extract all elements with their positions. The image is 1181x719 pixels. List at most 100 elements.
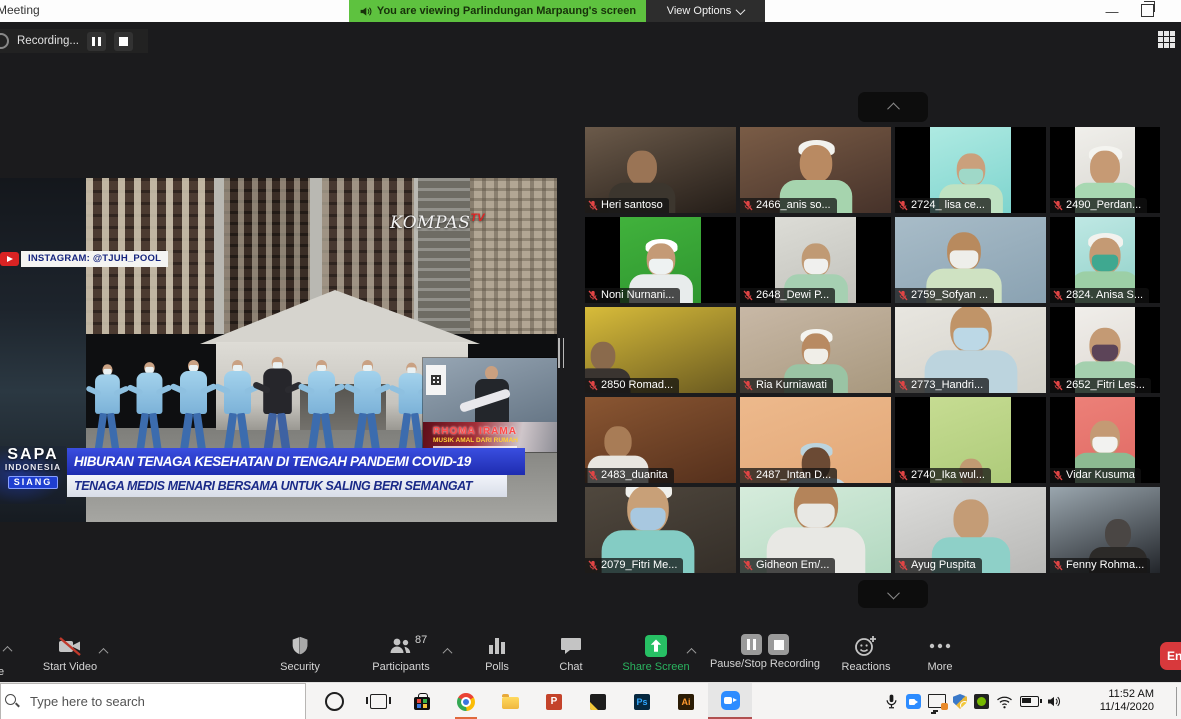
participant-tile[interactable]: 2490_Perdan... <box>1050 127 1160 213</box>
participant-nametag: Vidar Kusuma <box>1050 468 1141 483</box>
photoshop-icon[interactable]: Ps <box>620 683 664 719</box>
restore-window-button[interactable] <box>1141 4 1154 17</box>
participant-tile[interactable]: Vidar Kusuma <box>1050 397 1160 483</box>
participant-tile[interactable]: 2850 Romad... <box>585 307 736 393</box>
chevron-down-icon <box>736 5 746 15</box>
view-options-button[interactable]: View Options <box>646 0 765 22</box>
reactions-button[interactable]: Reactions <box>833 634 899 673</box>
audio-button-label-cut[interactable]: e <box>0 666 4 678</box>
participant-nametag: 2490_Perdan... <box>1050 198 1147 213</box>
polls-button[interactable]: Polls <box>467 634 527 673</box>
participant-tile[interactable]: 2648_Dewi P... <box>740 217 891 303</box>
participant-tile[interactable]: 2759_Sofyan ... <box>895 217 1046 303</box>
participants-count: 87 <box>415 634 427 646</box>
participant-name: 2724_ lisa ce... <box>911 199 985 211</box>
scroll-up-button[interactable] <box>858 92 928 122</box>
participant-name: Ria Kurniawati <box>756 379 827 391</box>
cortana-icon[interactable] <box>312 683 356 719</box>
participant-tile[interactable]: 2724_ lisa ce... <box>895 127 1046 213</box>
participant-tile[interactable]: Fenny Rohma... <box>1050 487 1160 573</box>
search-input[interactable]: Type here to search <box>0 683 306 719</box>
participant-name: 2773_Handri... <box>911 379 983 391</box>
participant-name: Ayug Puspita <box>911 559 976 571</box>
participant-nametag: Ayug Puspita <box>895 558 982 573</box>
panel-resize-handle[interactable] <box>558 338 566 368</box>
participant-tile[interactable]: 2079_Fitri Me... <box>585 487 736 573</box>
speaker-icon <box>359 5 372 18</box>
participant-tile[interactable]: 2483_duanita <box>585 397 736 483</box>
participant-tile[interactable]: Noni Nurnani... <box>585 217 736 303</box>
more-button[interactable]: More <box>908 634 972 673</box>
participant-name: Fenny Rohma... <box>1066 559 1144 571</box>
start-video-button[interactable]: Start Video <box>30 634 110 673</box>
volume-icon[interactable] <box>1046 694 1062 709</box>
share-screen-button[interactable]: Share Screen <box>613 634 699 673</box>
illustrator-icon[interactable]: Ai <box>664 683 708 719</box>
participant-tile[interactable]: Ria Kurniawati <box>740 307 891 393</box>
grid-view-icon[interactable] <box>1158 31 1177 50</box>
mic-off-icon <box>588 560 598 571</box>
sapa-indonesia-siang-logo: SAPA INDONESIA SIANG <box>0 446 66 504</box>
participant-nametag: Noni Nurnani... <box>585 288 680 303</box>
nvidia-tray-icon[interactable] <box>974 694 989 709</box>
mic-off-icon <box>1053 560 1063 571</box>
show-desktop-button[interactable] <box>1176 687 1181 716</box>
scroll-down-button[interactable] <box>858 580 928 608</box>
share-screen-icon <box>644 634 668 658</box>
participant-tile[interactable]: Ayug Puspita <box>895 487 1046 573</box>
screenshare-tray-icon[interactable] <box>928 694 946 708</box>
pause-recording-button[interactable] <box>87 32 106 51</box>
file-explorer-icon[interactable] <box>488 683 532 719</box>
participants-chevron-icon[interactable] <box>443 648 453 658</box>
mic-off-icon <box>1053 290 1063 301</box>
pause-icon[interactable] <box>741 634 762 655</box>
end-button[interactable]: En <box>1160 642 1181 670</box>
notes-app-icon[interactable] <box>576 683 620 719</box>
more-icon <box>928 634 952 658</box>
participant-tile[interactable]: 2740_Ika wul... <box>895 397 1046 483</box>
mic-tray-icon[interactable] <box>884 693 899 710</box>
participant-nametag: Fenny Rohma... <box>1050 558 1150 573</box>
zoom-app-icon[interactable] <box>708 683 752 719</box>
participant-name: Heri santoso <box>601 199 663 211</box>
store-icon[interactable] <box>400 683 444 719</box>
participant-name: 2490_Perdan... <box>1066 199 1141 211</box>
pause-stop-recording-button[interactable]: Pause/Stop Recording <box>700 634 830 670</box>
participant-tile[interactable]: Heri santoso <box>585 127 736 213</box>
stop-recording-button[interactable] <box>114 32 133 51</box>
instagram-banner-text: INSTAGRAM: @TJUH_POOL <box>28 253 161 264</box>
participant-tile[interactable]: 2652_Fitri Les... <box>1050 307 1160 393</box>
mic-off-icon <box>588 470 598 481</box>
participant-nametag: 2850 Romad... <box>585 378 679 393</box>
chrome-icon[interactable] <box>444 683 488 719</box>
wifi-icon[interactable] <box>996 695 1013 709</box>
participant-tile[interactable]: 2773_Handri... <box>895 307 1046 393</box>
participant-tile[interactable]: 2824. Anisa S... <box>1050 217 1160 303</box>
powerpoint-icon[interactable]: P <box>532 683 576 719</box>
participant-nametag: Gidheon Em/... <box>740 558 835 573</box>
mic-off-icon <box>743 470 753 481</box>
mic-off-icon <box>588 200 598 211</box>
viewing-screen-banner: You are viewing Parlindungan Marpaung's … <box>349 0 646 22</box>
participant-name: 2487_Intan D... <box>756 469 831 481</box>
participant-tile[interactable]: 2466_anis so... <box>740 127 891 213</box>
participant-tile[interactable]: Gidheon Em/... <box>740 487 891 573</box>
chat-button[interactable]: Chat <box>541 634 601 673</box>
participant-nametag: 2824. Anisa S... <box>1050 288 1149 303</box>
defender-tray-icon[interactable] <box>953 694 967 709</box>
task-view-icon[interactable] <box>356 683 400 719</box>
zoom-tray-icon[interactable] <box>906 694 921 709</box>
minimize-button[interactable]: — <box>1098 0 1126 22</box>
taskbar-clock[interactable]: 11:52 AM 11/14/2020 <box>1086 688 1154 714</box>
search-icon <box>5 694 21 710</box>
participants-button[interactable]: 87 Participants <box>360 634 442 673</box>
security-button[interactable]: Security <box>262 634 338 673</box>
participant-tile[interactable]: 2487_Intan D... <box>740 397 891 483</box>
stop-icon[interactable] <box>768 634 789 655</box>
clock-time: 11:52 AM <box>1086 688 1154 701</box>
participant-name: Vidar Kusuma <box>1066 469 1135 481</box>
audio-options-chevron-icon[interactable] <box>3 646 13 656</box>
pip-subtitle: MUSIK AMAL DARI RUMAH <box>433 437 518 445</box>
battery-icon[interactable] <box>1020 696 1039 707</box>
participant-nametag: Ria Kurniawati <box>740 378 833 393</box>
